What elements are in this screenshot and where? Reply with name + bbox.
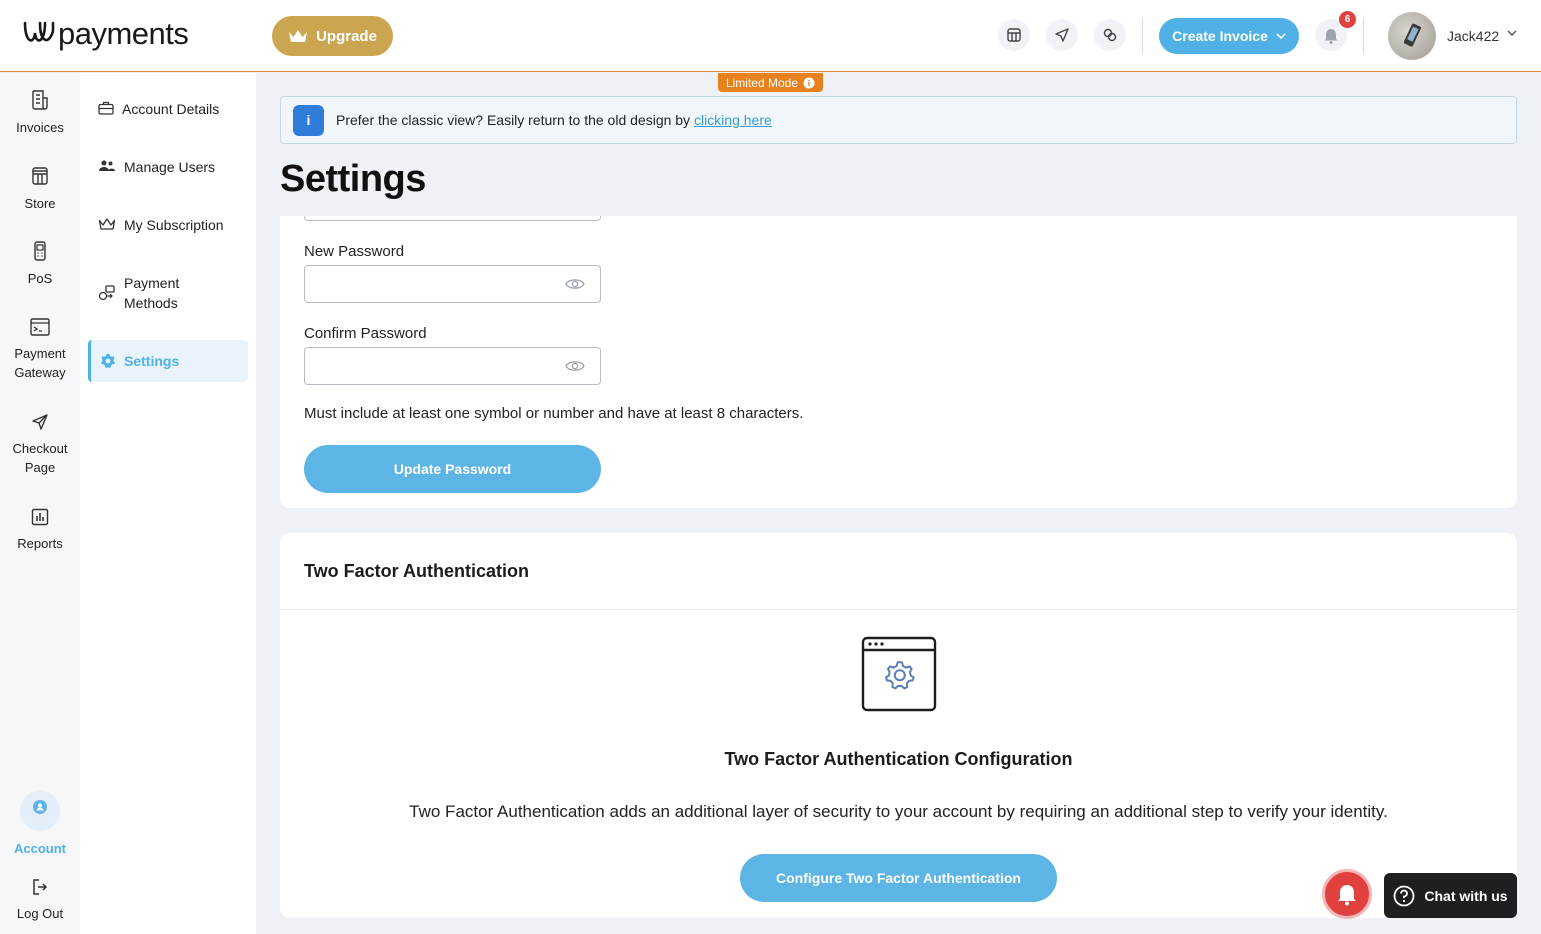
notification-bell-button[interactable] [1322,869,1372,919]
nav-item-pos[interactable]: PoS [0,241,80,288]
subnav-item-my-subscription[interactable]: My Subscription [98,215,248,235]
confirm-password-field[interactable] [304,347,601,385]
banner-text: Prefer the classic view? Easily return t… [336,112,772,128]
primary-nav: Invoices Store PoS Payment Gateway Check… [0,73,80,934]
account-avatar [20,791,60,831]
username[interactable]: Jack422 [1447,28,1499,44]
current-password-field[interactable] [304,216,601,221]
payment-methods-icon [98,285,115,301]
notification-count-badge: 6 [1339,11,1356,28]
subnav-item-account-details[interactable]: Account Details [98,99,248,119]
coins-icon [1103,28,1117,42]
logo-mark-icon [23,21,55,42]
divider [280,609,1517,610]
classic-view-link[interactable]: clicking here [694,112,772,128]
create-invoice-button[interactable]: Create Invoice [1159,18,1299,54]
page-title: Settings [280,158,426,200]
nav-item-invoices[interactable]: Invoices [0,90,80,137]
subnav-label: My Subscription [124,217,224,233]
avatar-image [1403,23,1421,47]
nav-item-reports[interactable]: Reports [0,508,80,553]
nav-item-payment-gateway[interactable]: Payment Gateway [0,318,80,382]
account-subnav: Account Details Manage Users My Subscrip… [80,73,256,934]
two-factor-description: Two Factor Authentication adds an additi… [409,802,1388,821]
two-factor-card: Two Factor Authentication Two Factor Aut… [280,533,1517,918]
two-factor-title: Two Factor Authentication [304,561,529,581]
logout-icon [33,879,48,895]
chevron-down-icon[interactable] [1507,30,1517,36]
gear-icon [101,353,115,368]
coins-shortcut-button[interactable] [1094,19,1126,51]
nav-label-reports: Reports [17,536,63,551]
nav-item-account[interactable]: Account [0,791,80,858]
subnav-item-payment-methods[interactable]: Payment Methods [98,273,248,313]
info-icon: i [293,104,324,136]
header-divider [1142,18,1143,54]
nav-label-payment-gateway: Payment Gateway [14,346,66,380]
avatar[interactable] [1388,12,1436,60]
password-card: New Password Confirm Password Must inclu… [280,216,1517,508]
user-icon [33,800,47,814]
store-icon [1007,28,1021,42]
nav-label-store: Store [24,196,56,211]
header-divider [1363,18,1364,54]
subnav-label: Payment Methods [124,275,180,311]
two-factor-heading: Two Factor Authentication Configuration [724,749,1073,769]
pos-terminal-icon [34,241,46,261]
store-shortcut-button[interactable] [998,19,1030,51]
logo-text: payments [58,16,189,51]
eye-icon[interactable] [565,277,585,291]
info-icon [803,77,815,88]
upgrade-label: Upgrade [316,27,377,45]
send-shortcut-button[interactable] [1046,19,1078,51]
terminal-window-icon [30,318,50,336]
create-invoice-label: Create Invoice [1172,28,1268,44]
new-password-field[interactable] [304,265,601,303]
chat-with-us-button[interactable]: Chat with us [1384,873,1517,918]
confirm-password-input[interactable] [315,348,555,384]
top-bar: payments Upgrade Create Invoice 6 Jack42… [0,0,1541,72]
update-password-button[interactable]: Update Password [304,445,601,493]
subnav-item-manage-users[interactable]: Manage Users [98,157,248,177]
bell-icon [1324,28,1338,44]
classic-view-banner: i Prefer the classic view? Easily return… [280,96,1517,144]
invoice-icon [32,90,48,110]
chat-label: Chat with us [1424,887,1508,904]
help-circle-icon [1393,885,1415,906]
users-icon [99,160,115,171]
send-icon [1055,28,1069,42]
new-password-input[interactable] [315,266,555,302]
logo[interactable]: payments [22,16,189,52]
eye-icon[interactable] [565,359,585,373]
limited-mode-label: Limited Mode [725,75,799,90]
subnav-item-settings[interactable]: Settings [88,340,248,382]
subnav-label: Settings [124,353,180,369]
nav-label-checkout-page: Checkout Page [12,441,68,475]
configure-two-factor-button[interactable]: Configure Two Factor Authentication [740,854,1057,902]
confirm-password-label: Confirm Password [304,325,427,342]
nav-label-logout: Log Out [16,906,64,921]
browser-settings-icon [861,636,937,712]
nav-label-invoices: Invoices [16,120,64,135]
nav-label-account: Account [14,841,66,856]
limited-mode-badge[interactable]: Limited Mode [718,73,823,92]
briefcase-icon [98,101,114,115]
store-icon [32,167,48,185]
subnav-label: Account Details [122,101,220,117]
nav-label-pos: PoS [27,271,53,286]
nav-item-checkout-page[interactable]: Checkout Page [0,413,80,477]
crown-icon [289,30,308,42]
password-requirements-hint: Must include at least one symbol or numb… [304,405,804,422]
nav-item-store[interactable]: Store [0,166,80,213]
bar-chart-icon [31,508,49,526]
send-icon [32,414,48,430]
new-password-label: New Password [304,243,405,260]
chevron-down-icon [1276,33,1286,39]
upgrade-button[interactable]: Upgrade [272,16,393,56]
nav-item-logout[interactable]: Log Out [0,878,80,923]
subnav-label: Manage Users [124,159,216,175]
bell-icon [1338,885,1356,906]
crown-icon [98,218,116,230]
